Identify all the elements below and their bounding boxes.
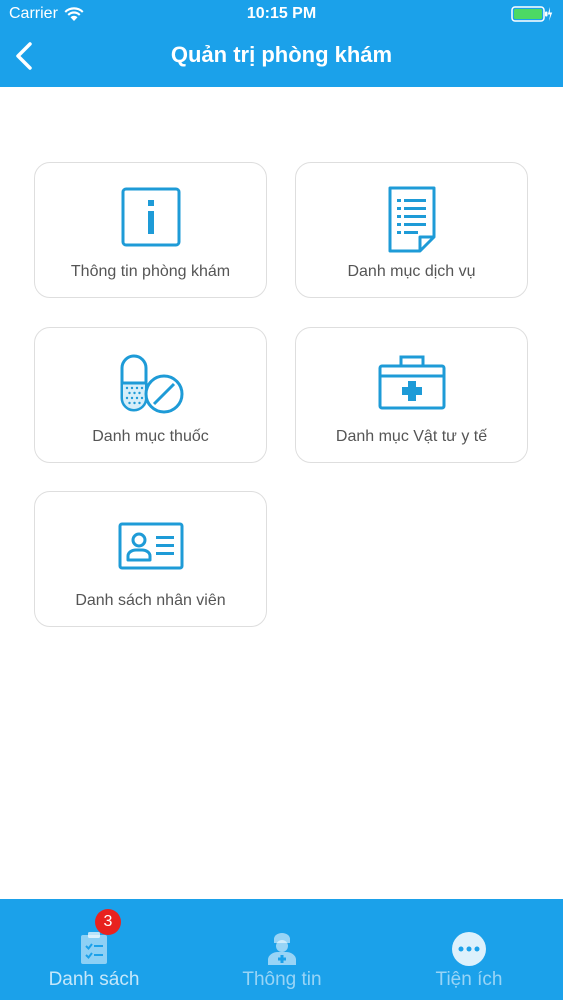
tab-label: Danh sách	[48, 969, 140, 990]
menu-card-clinic-info[interactable]: Thông tin phòng khám	[34, 162, 267, 298]
menu-card-label: Danh sách nhân viên	[75, 592, 226, 609]
status-time: 10:15 PM	[246, 5, 317, 22]
notification-badge: 3	[95, 909, 121, 935]
menu-card-staff-list[interactable]: Danh sách nhân viên	[34, 491, 267, 627]
medical-kit-icon	[378, 355, 445, 410]
menu-card-label: Danh mục dịch vụ	[347, 263, 476, 280]
tab-label: Thông tin	[242, 969, 322, 990]
clipboard-icon	[81, 932, 107, 964]
page-title: Quản trị phòng khám	[170, 42, 393, 67]
menu-card-label: Danh mục thuốc	[92, 428, 209, 445]
tab-info[interactable]: Thông tin	[188, 899, 376, 1000]
more-icon	[452, 932, 486, 966]
status-bar: Carrier 10:15 PM	[0, 0, 563, 30]
tab-label: Tiện ích	[435, 969, 503, 990]
menu-card-medical-supplies[interactable]: Danh mục Vật tư y tế	[295, 327, 528, 463]
battery-icon	[511, 5, 553, 23]
tab-list[interactable]: 3 Danh sách	[0, 899, 188, 1000]
tab-utilities[interactable]: Tiện ích	[375, 899, 563, 1000]
menu-card-label: Thông tin phòng khám	[70, 263, 231, 280]
document-list-icon	[388, 186, 435, 253]
top-bar: Carrier 10:15 PM Quản trị phòng khám	[0, 0, 563, 87]
nav-bar: Quản trị phòng khám	[0, 30, 563, 87]
info-icon	[121, 187, 180, 247]
menu-card-label: Danh mục Vật tư y tế	[335, 428, 488, 445]
id-card-icon	[118, 522, 183, 570]
menu-card-services[interactable]: Danh mục dịch vụ	[295, 162, 528, 298]
pill-icon	[120, 354, 183, 414]
doctor-icon	[268, 933, 296, 965]
menu-card-medicines[interactable]: Danh mục thuốc	[34, 327, 267, 463]
tab-bar: 3 Danh sách Thông tin Tiện ích	[0, 899, 563, 1000]
